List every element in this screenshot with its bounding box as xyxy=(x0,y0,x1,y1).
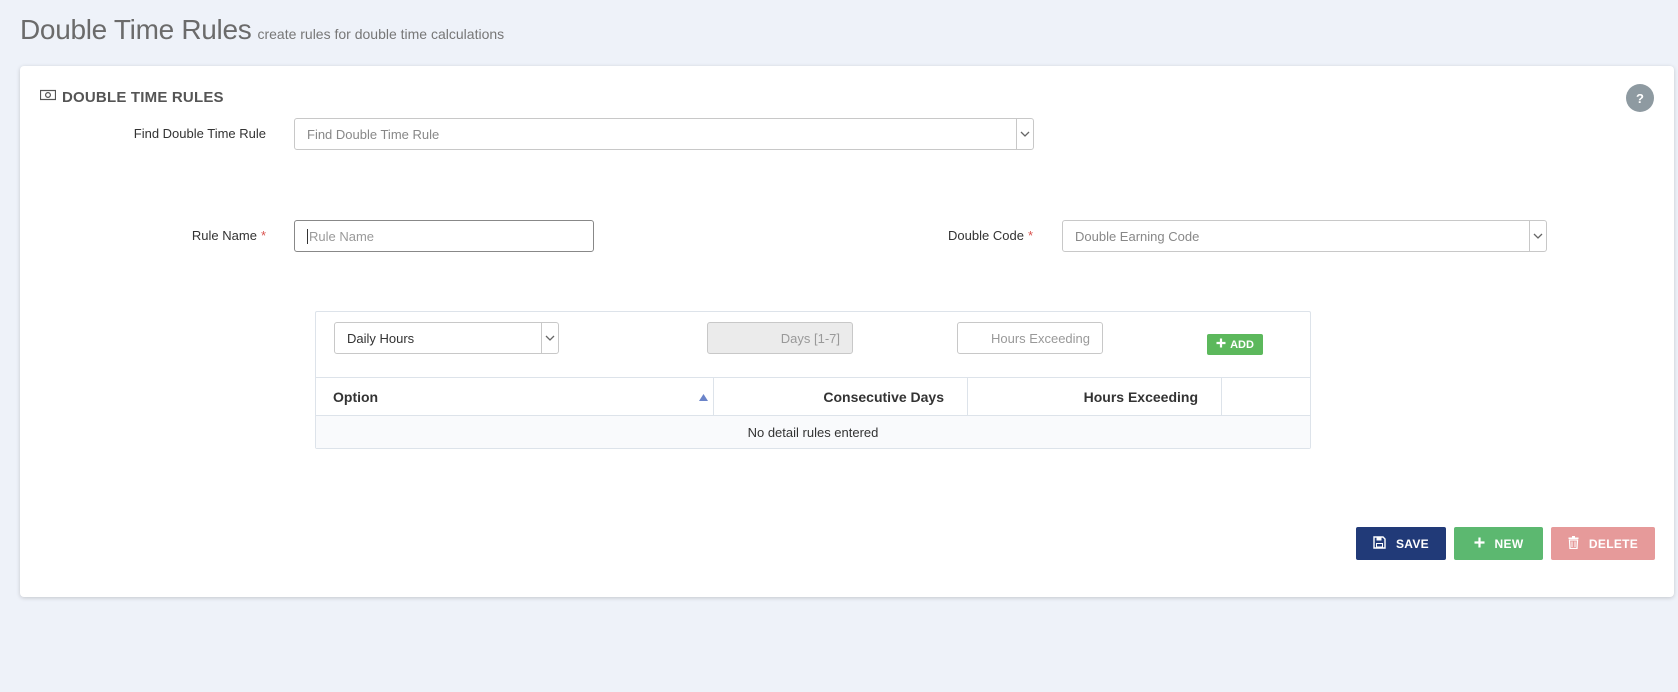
rule-name-label: Rule Name * xyxy=(170,228,266,243)
option-select-value: Daily Hours xyxy=(347,330,415,346)
column-hours-exceeding-label: Hours Exceeding xyxy=(1083,388,1198,405)
chevron-down-icon xyxy=(1016,119,1033,149)
detail-rules-table: Option Consecutive Days Hours Exceeding … xyxy=(316,377,1310,448)
column-option-label: Option xyxy=(333,388,379,405)
find-rule-placeholder: Find Double Time Rule xyxy=(307,126,440,142)
help-label: ? xyxy=(1636,90,1644,106)
detail-rules-panel: Daily Hours Days [1-7] Hours Exceeding A… xyxy=(315,311,1311,449)
hours-exceeding-placeholder: Hours Exceeding xyxy=(991,330,1090,346)
plus-icon xyxy=(1474,537,1485,551)
rule-name-input[interactable]: Rule Name xyxy=(294,220,594,252)
double-code-label: Double Code * xyxy=(920,228,1033,243)
chevron-down-icon xyxy=(541,323,558,353)
money-icon xyxy=(39,88,57,106)
double-code-select[interactable]: Double Earning Code xyxy=(1062,220,1547,252)
find-rule-select[interactable]: Find Double Time Rule xyxy=(294,118,1034,150)
card-header: DOUBLE TIME RULES xyxy=(39,88,224,106)
delete-button[interactable]: DELETE xyxy=(1551,527,1655,560)
floppy-disk-icon xyxy=(1373,535,1386,552)
help-button[interactable]: ? xyxy=(1626,84,1654,112)
days-input: Days [1-7] xyxy=(707,322,853,354)
add-button[interactable]: ADD xyxy=(1207,334,1263,355)
days-placeholder: Days [1-7] xyxy=(780,330,840,346)
add-button-label: ADD xyxy=(1230,338,1254,351)
empty-table-row: No detail rules entered xyxy=(316,416,1310,448)
table-header: Option Consecutive Days Hours Exceeding xyxy=(316,377,1310,416)
rule-name-placeholder: Rule Name xyxy=(309,228,375,244)
trash-icon xyxy=(1568,535,1579,552)
find-rule-label: Find Double Time Rule xyxy=(133,126,266,141)
hours-exceeding-input[interactable]: Hours Exceeding xyxy=(957,322,1103,354)
column-header-actions xyxy=(1222,378,1310,415)
new-button-label: NEW xyxy=(1494,536,1524,551)
save-button-label: SAVE xyxy=(1396,536,1429,551)
sort-asc-icon xyxy=(699,388,708,404)
column-header-consecutive-days[interactable]: Consecutive Days xyxy=(714,378,968,415)
new-button[interactable]: NEW xyxy=(1454,527,1543,560)
rule-name-label-text: Rule Name xyxy=(191,228,257,243)
column-header-hours-exceeding[interactable]: Hours Exceeding xyxy=(968,378,1222,415)
empty-message: No detail rules entered xyxy=(747,424,879,440)
required-mark: * xyxy=(260,228,266,243)
column-header-option[interactable]: Option xyxy=(316,378,714,415)
page-header: Double Time Rules create rules for doubl… xyxy=(20,14,504,46)
chevron-down-icon xyxy=(1529,221,1546,251)
option-select[interactable]: Daily Hours xyxy=(334,322,559,354)
plus-icon xyxy=(1216,338,1226,351)
required-mark: * xyxy=(1027,228,1033,243)
card-title: DOUBLE TIME RULES xyxy=(62,88,224,106)
delete-button-label: DELETE xyxy=(1588,536,1639,551)
column-consecutive-days-label: Consecutive Days xyxy=(823,388,944,405)
double-code-label-text: Double Code xyxy=(948,228,1024,243)
page-subtitle: create rules for double time calculation… xyxy=(257,26,505,42)
save-button[interactable]: SAVE xyxy=(1356,527,1446,560)
double-code-placeholder: Double Earning Code xyxy=(1075,228,1200,244)
page-title: Double Time Rules xyxy=(20,14,252,45)
